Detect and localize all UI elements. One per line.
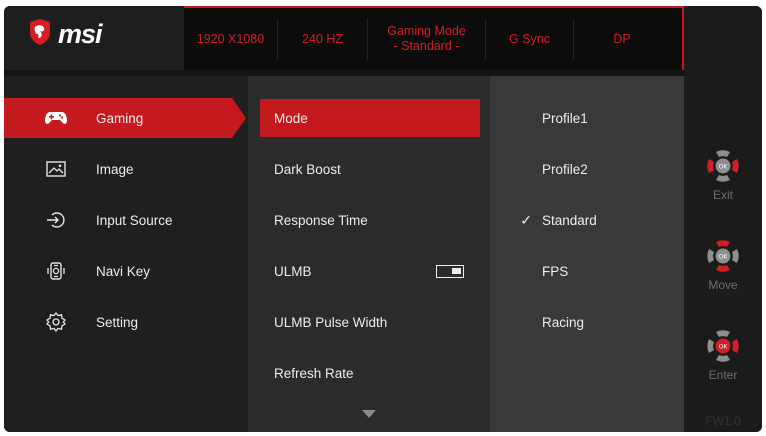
exit-label: Exit xyxy=(712,188,733,202)
submenu: Mode Dark Boost Response Time ULMB ULMB … xyxy=(248,76,490,432)
status-resolution: 1920 X1080 xyxy=(184,18,278,60)
osd-window: msi 1920 X1080 240 HZ Gaming Mode - Stan… xyxy=(4,6,762,432)
status-mode-title: Gaming Mode xyxy=(387,24,466,38)
status-gaming-mode: Gaming Mode - Standard - xyxy=(368,18,486,60)
status-input: DP xyxy=(574,18,670,60)
menu-item-label: Navi Key xyxy=(96,263,151,279)
enter-joystick-icon: OK xyxy=(684,326,762,366)
status-refresh-rate: 240 HZ xyxy=(278,18,368,60)
option-label: Standard xyxy=(542,212,597,228)
submenu-item-label: Dark Boost xyxy=(274,161,341,177)
logo-area: msi xyxy=(4,6,184,70)
options-list: Profile1 Profile2 ✓ Standard FPS Racing xyxy=(490,76,684,432)
submenu-item-label: ULMB xyxy=(274,263,312,279)
submenu-item-mode[interactable]: Mode xyxy=(260,99,480,137)
option-profile1[interactable]: Profile1 xyxy=(490,99,684,137)
status-mode-value: - Standard - xyxy=(393,39,460,53)
status-gsync: G Sync xyxy=(486,18,574,60)
submenu-item-label: Mode xyxy=(274,110,308,126)
dragon-shield-icon xyxy=(28,18,52,51)
control-pad: OK Exit OK Move OK Enter FW1.0 xyxy=(684,6,762,432)
submenu-item-label: Response Time xyxy=(274,212,368,228)
svg-text:OK: OK xyxy=(719,164,729,171)
header: msi 1920 X1080 240 HZ Gaming Mode - Stan… xyxy=(4,6,684,70)
submenu-item-label: Refresh Rate xyxy=(274,365,354,381)
status-refresh-text: 240 HZ xyxy=(302,31,343,46)
status-bar: 1920 X1080 240 HZ Gaming Mode - Standard… xyxy=(184,6,684,70)
firmware-version: FW1.0 xyxy=(705,414,741,428)
brand-name: msi xyxy=(58,19,103,49)
menu-item-label: Setting xyxy=(96,314,139,330)
option-profile2[interactable]: Profile2 xyxy=(490,150,684,188)
status-gsync-text: G Sync xyxy=(509,31,550,46)
move-joystick-icon: OK xyxy=(684,236,762,276)
menu-item-gaming[interactable]: Gaming xyxy=(4,98,246,138)
status-resolution-text: 1920 X1080 xyxy=(196,31,265,46)
exit-joystick-icon: OK xyxy=(684,146,762,186)
option-label: Profile2 xyxy=(542,161,588,177)
option-fps[interactable]: FPS xyxy=(490,252,684,290)
option-label: Profile1 xyxy=(542,110,588,126)
svg-text:OK: OK xyxy=(719,344,729,351)
menu-item-navi-key[interactable]: Navi Key xyxy=(4,251,232,291)
submenu-item-ulmb-pulse-width[interactable]: ULMB Pulse Width xyxy=(260,303,480,341)
option-standard[interactable]: ✓ Standard xyxy=(490,201,684,239)
option-label: FPS xyxy=(542,263,569,279)
menu-item-input-source[interactable]: Input Source xyxy=(4,200,232,240)
status-input-text: DP xyxy=(613,31,631,46)
ulmb-toggle[interactable] xyxy=(436,265,464,278)
enter-label: Enter xyxy=(708,368,738,382)
scroll-down-arrow-icon[interactable] xyxy=(362,410,376,418)
move-control[interactable]: OK Move xyxy=(684,236,762,292)
exit-control[interactable]: OK Exit xyxy=(684,146,762,202)
gamepad-icon xyxy=(38,110,74,126)
image-icon xyxy=(38,161,74,177)
menu-item-label: Input Source xyxy=(96,212,173,228)
enter-control[interactable]: OK Enter xyxy=(684,326,762,382)
menu-item-image[interactable]: Image xyxy=(4,149,232,189)
msi-logo: msi xyxy=(28,18,103,51)
svg-text:OK: OK xyxy=(719,254,729,261)
menu-item-label: Gaming xyxy=(96,110,144,126)
menu-item-setting[interactable]: Setting xyxy=(4,302,232,342)
input-source-icon xyxy=(38,211,74,229)
submenu-item-dark-boost[interactable]: Dark Boost xyxy=(260,150,480,188)
submenu-item-ulmb[interactable]: ULMB xyxy=(260,252,480,290)
option-label: Racing xyxy=(542,314,585,330)
checkmark-icon: ✓ xyxy=(520,211,532,228)
menu-item-label: Image xyxy=(96,161,134,177)
submenu-item-refresh-rate[interactable]: Refresh Rate xyxy=(260,354,480,392)
option-racing[interactable]: Racing xyxy=(490,303,684,341)
main-menu: Gaming Image Input Source Navi Key Setti… xyxy=(4,76,248,432)
move-label: Move xyxy=(708,278,738,292)
navi-key-icon xyxy=(38,261,74,281)
submenu-item-label: ULMB Pulse Width xyxy=(274,314,388,330)
gear-icon xyxy=(38,312,74,332)
submenu-item-response-time[interactable]: Response Time xyxy=(260,201,480,239)
